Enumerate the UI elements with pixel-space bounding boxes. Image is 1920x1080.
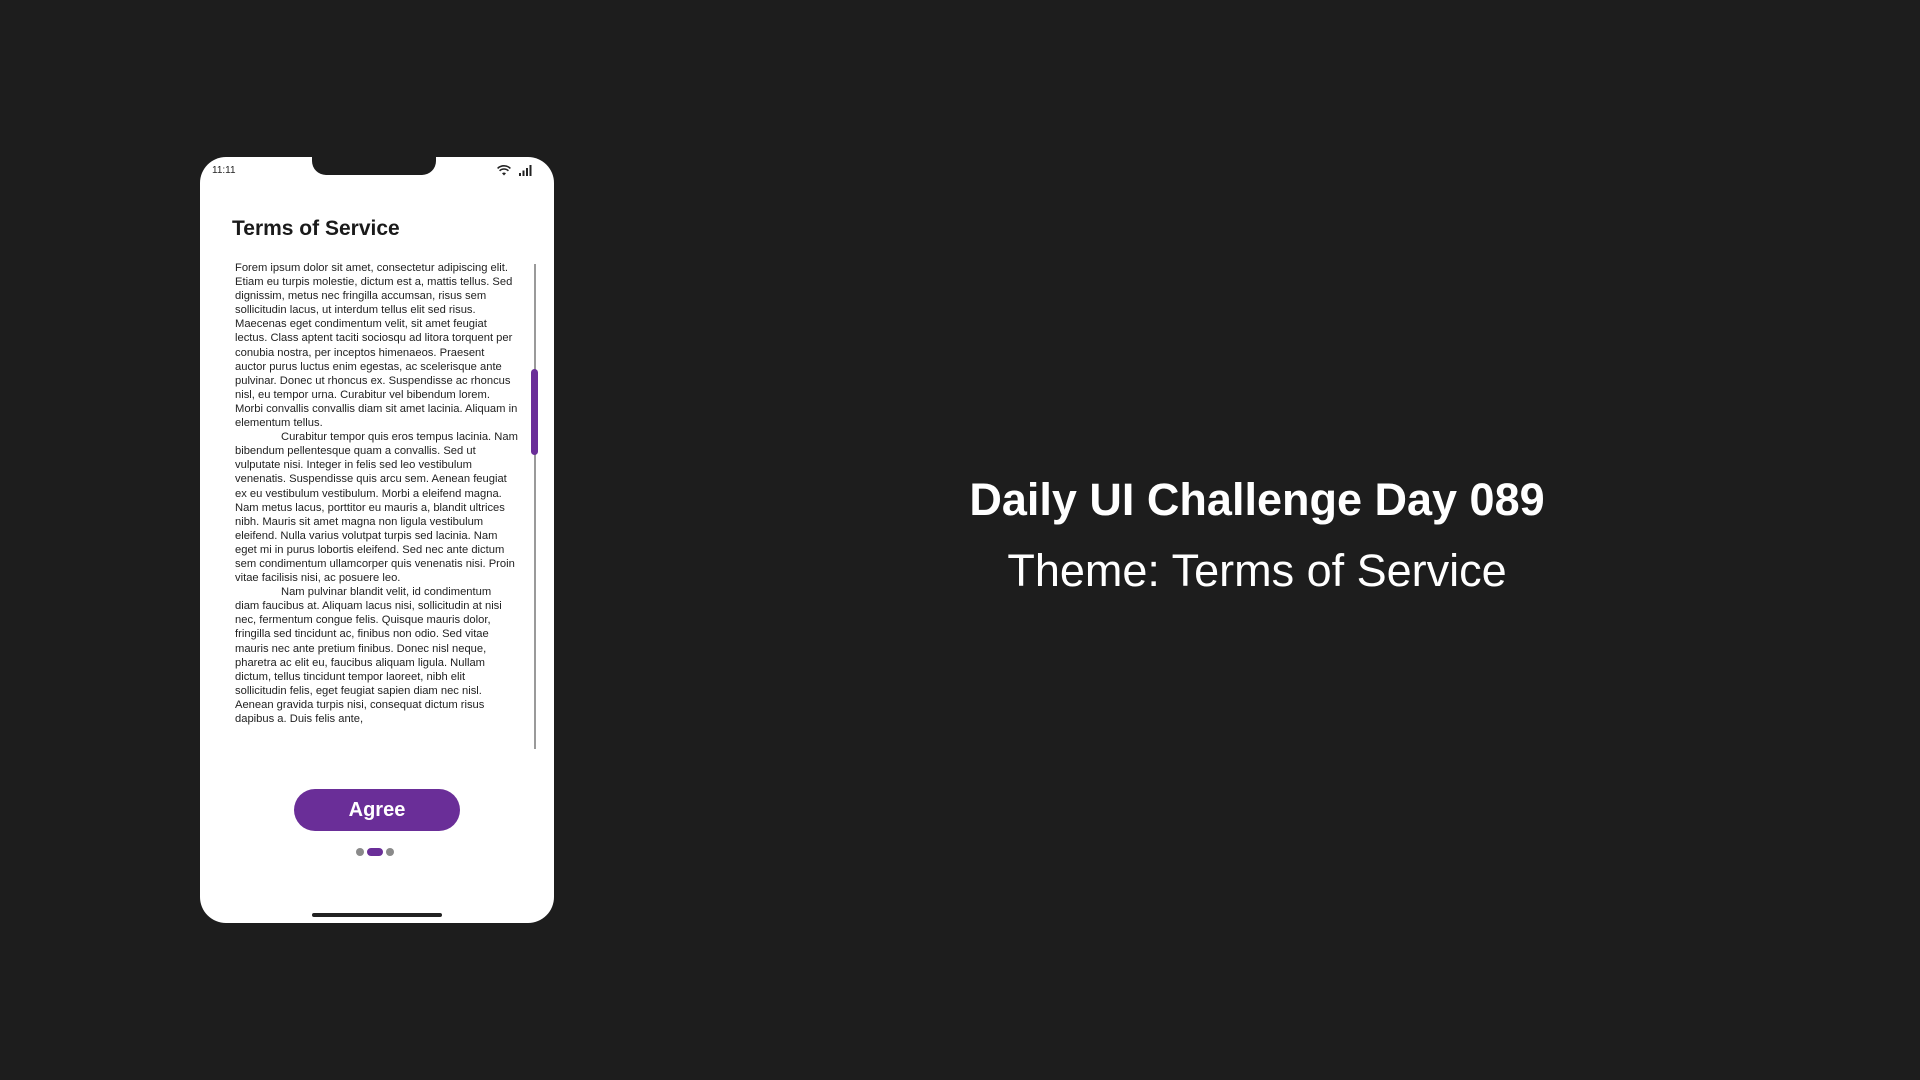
terms-paragraph: Forem ipsum dolor sit amet, consectetur … bbox=[235, 262, 518, 430]
page-dot[interactable] bbox=[356, 848, 364, 856]
wifi-icon bbox=[497, 163, 511, 181]
page-dot[interactable] bbox=[386, 848, 394, 856]
status-time: 11:11 bbox=[212, 165, 236, 176]
page-dot-active[interactable] bbox=[367, 848, 383, 856]
page-title: Terms of Service bbox=[232, 217, 400, 240]
agree-button[interactable]: Agree bbox=[294, 789, 460, 831]
phone-notch bbox=[312, 157, 436, 175]
terms-paragraph: Nam pulvinar blandit velit, id condiment… bbox=[235, 586, 502, 725]
home-indicator[interactable] bbox=[312, 913, 442, 917]
challenge-title: Daily UI Challenge Day 089 bbox=[969, 474, 1545, 525]
phone-mockup: 11:11 Terms of Service Forem ipsum dolor… bbox=[200, 157, 554, 923]
signal-icon bbox=[519, 163, 532, 181]
page-indicator bbox=[356, 848, 394, 856]
challenge-theme: Theme: Terms of Service bbox=[1007, 545, 1507, 596]
scrollbar-thumb[interactable] bbox=[531, 369, 538, 455]
status-icons bbox=[497, 163, 532, 181]
